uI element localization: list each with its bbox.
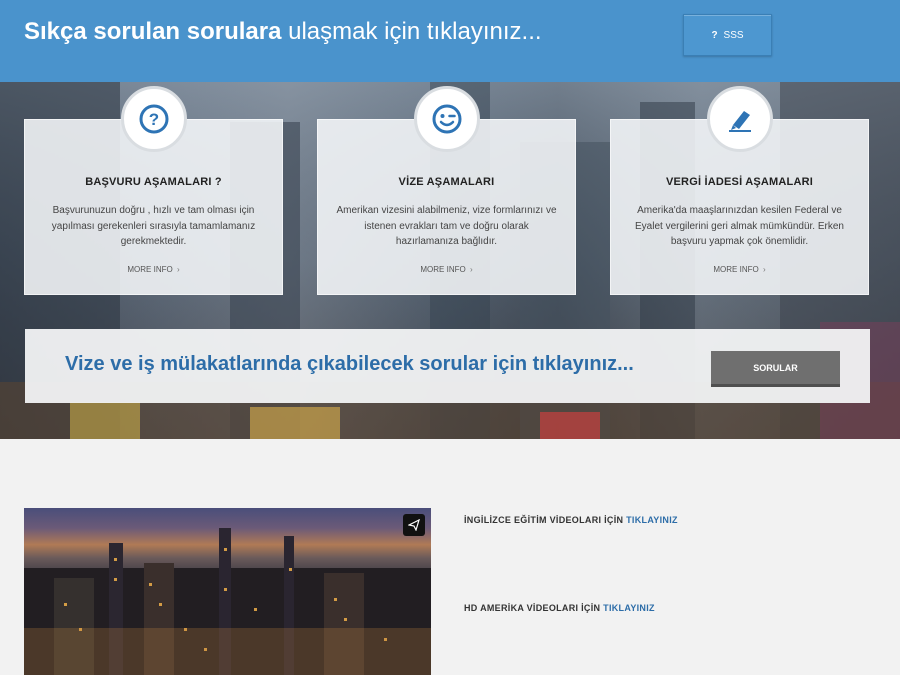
card-title: VİZE AŞAMALARI bbox=[398, 176, 495, 188]
hero-section: ? BAŞVURU AŞAMALARI ? Başvurunuzun doğru… bbox=[0, 82, 900, 439]
question-circle-icon: ? bbox=[120, 86, 187, 152]
sss-button-label: SSS bbox=[723, 29, 744, 41]
more-info-link[interactable]: MORE INFO › bbox=[611, 265, 868, 274]
pen-icon bbox=[706, 86, 773, 152]
svg-text:?: ? bbox=[148, 110, 158, 129]
more-info-label: MORE INFO bbox=[127, 265, 173, 274]
headline-light: ulaşmak için tıklayınız... bbox=[288, 18, 542, 45]
interview-questions-banner: Vize ve iş mülakatlarında çıkabilecek so… bbox=[25, 329, 870, 403]
share-icon[interactable] bbox=[403, 514, 425, 536]
hd-videos-link: HD AMERİKA VİDEOLARI İÇİN TIKLAYINIZ bbox=[464, 603, 655, 613]
question-icon: ? bbox=[711, 29, 718, 41]
smile-wink-icon bbox=[413, 86, 480, 152]
more-info-label: MORE INFO bbox=[713, 265, 759, 274]
city-night-photo bbox=[24, 508, 431, 675]
card-title: BAŞVURU AŞAMALARI ? bbox=[85, 176, 222, 188]
english-videos-click[interactable]: TIKLAYINIZ bbox=[626, 515, 678, 525]
hd-videos-text: HD AMERİKA VİDEOLARI İÇİN bbox=[464, 603, 601, 613]
chevron-right-icon: › bbox=[176, 265, 180, 274]
english-videos-link: İNGİLİZCE EĞİTİM VİDEOLARI İÇİN TIKLAYIN… bbox=[464, 515, 678, 525]
sss-button[interactable]: ? SSS bbox=[683, 14, 772, 56]
card-basvuru: ? BAŞVURU AŞAMALARI ? Başvurunuzun doğru… bbox=[24, 86, 283, 295]
more-info-label: MORE INFO bbox=[420, 265, 466, 274]
faq-headline[interactable]: Sıkça sorulan sorulara ulaşmak için tıkl… bbox=[24, 18, 542, 46]
english-videos-text: İNGİLİZCE EĞİTİM VİDEOLARI İÇİN bbox=[464, 515, 624, 525]
more-info-link[interactable]: MORE INFO › bbox=[318, 265, 575, 274]
cta-text[interactable]: Vize ve iş mülakatlarında çıkabilecek so… bbox=[65, 353, 634, 376]
sorular-button[interactable]: SORULAR bbox=[711, 351, 840, 387]
card-description: Amerikan vizesini alabilmeniz, vize form… bbox=[336, 205, 557, 247]
card-title: VERGİ İADESİ AŞAMALARI bbox=[665, 176, 813, 188]
skyline-illustration bbox=[24, 528, 431, 675]
headline-bold: Sıkça sorulan sorulara bbox=[24, 18, 282, 45]
card-vize: VİZE AŞAMALARI Amerikan vizesini alabilm… bbox=[317, 86, 576, 295]
card-description: Amerika'da maaşlarınızdan kesilen Federa… bbox=[635, 205, 844, 247]
hd-videos-click[interactable]: TIKLAYINIZ bbox=[603, 603, 655, 613]
chevron-right-icon: › bbox=[469, 265, 473, 274]
top-banner: Sıkça sorulan sorulara ulaşmak için tıkl… bbox=[0, 0, 900, 82]
card-description: Başvurunuzun doğru , hızlı ve tam olması… bbox=[51, 205, 256, 247]
chevron-right-icon: › bbox=[762, 265, 766, 274]
more-info-link[interactable]: MORE INFO › bbox=[25, 265, 282, 274]
card-vergi: VERGİ İADESİ AŞAMALARI Amerika'da maaşla… bbox=[610, 86, 869, 295]
